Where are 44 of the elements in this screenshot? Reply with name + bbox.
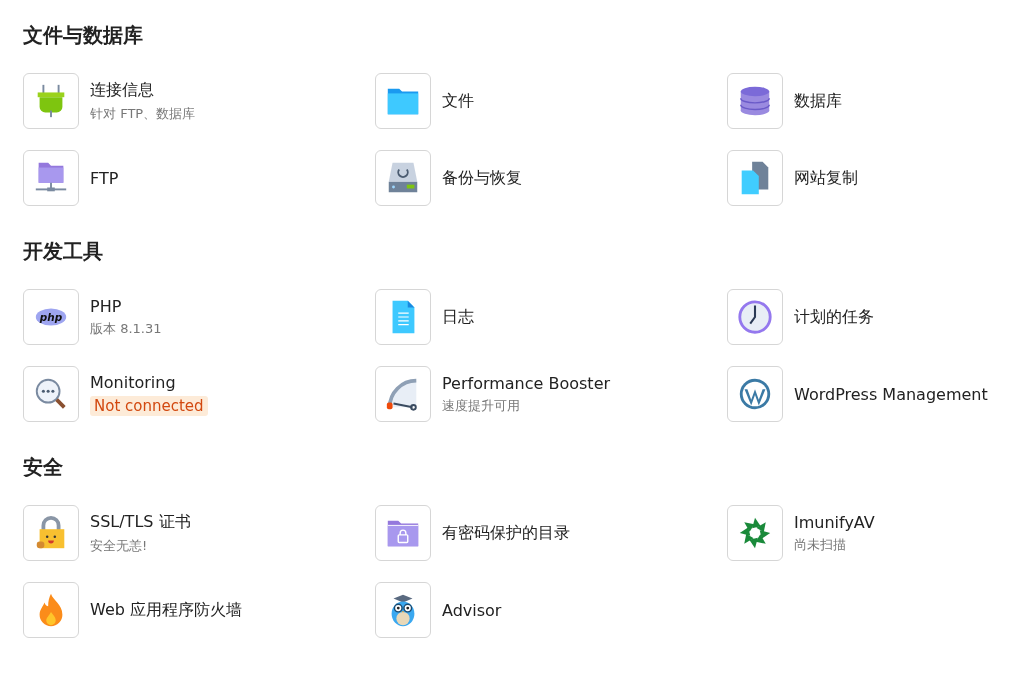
tool-link[interactable]: 计划的任务: [794, 306, 874, 328]
tool-link[interactable]: SSL/TLS 证书: [90, 511, 191, 533]
tool-link[interactable]: 日志: [442, 306, 474, 328]
icon-tile[interactable]: [727, 289, 783, 345]
icon-tile[interactable]: [23, 505, 79, 561]
tool-link[interactable]: Web 应用程序防火墙: [90, 599, 242, 621]
tool-link[interactable]: 备份与恢复: [442, 167, 522, 189]
icon-tile[interactable]: [375, 150, 431, 206]
status-badge: Not connected: [90, 395, 208, 416]
tool-link[interactable]: 文件: [442, 90, 474, 112]
icon-tile[interactable]: [375, 366, 431, 422]
section-heading: 开发工具: [23, 238, 104, 265]
tool-link[interactable]: PHP: [90, 296, 122, 316]
tool-link[interactable]: Monitoring: [90, 372, 176, 392]
item-description: 速度提升可用: [442, 396, 520, 415]
icon-tile[interactable]: [727, 505, 783, 561]
section-heading: 安全: [23, 454, 64, 481]
icon-tile[interactable]: php: [23, 289, 79, 345]
icon-tile[interactable]: [727, 366, 783, 422]
icon-tile[interactable]: [727, 73, 783, 129]
tool-link[interactable]: WordPress Management: [794, 384, 988, 404]
icon-tile[interactable]: [23, 366, 79, 422]
tool-link[interactable]: 连接信息: [90, 79, 154, 101]
tool-link[interactable]: FTP: [90, 168, 119, 188]
item-description: 尚未扫描: [794, 535, 846, 554]
icon-tile[interactable]: [375, 289, 431, 345]
tool-link[interactable]: 数据库: [794, 90, 842, 112]
item-description: 版本 8.1.31: [90, 319, 162, 338]
clock-icon: [736, 298, 774, 336]
tool-link[interactable]: Performance Booster: [442, 373, 611, 393]
icon-tile[interactable]: [375, 505, 431, 561]
tool-link[interactable]: 有密码保护的目录: [442, 522, 570, 544]
icon-tile[interactable]: [23, 73, 79, 129]
section-heading: 文件与数据库: [23, 22, 144, 49]
icon-tile[interactable]: [375, 582, 431, 638]
item-description: 安全无恙!: [90, 536, 148, 555]
icon-tile[interactable]: [23, 150, 79, 206]
tool-link[interactable]: 网站复制: [794, 167, 858, 189]
tool-link[interactable]: ImunifyAV: [794, 512, 875, 532]
icon-tile[interactable]: [375, 73, 431, 129]
tool-link[interactable]: Advisor: [442, 600, 502, 620]
icon-tile[interactable]: [23, 582, 79, 638]
item-description: 针对 FTP、数据库: [90, 104, 196, 123]
icon-tile[interactable]: [727, 150, 783, 206]
